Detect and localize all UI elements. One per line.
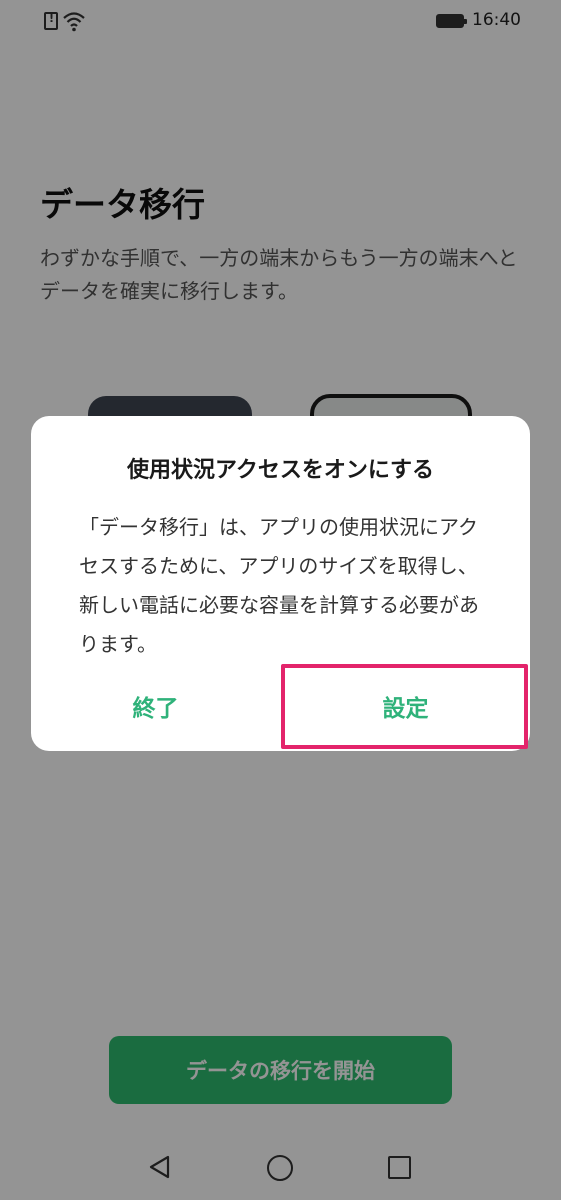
screen: 16:40 データ移行 わずかな手順で、一方の端末からもう一方の端末へとデータを… xyxy=(0,0,561,1200)
dialog-title: 使用状況アクセスをオンにする xyxy=(126,458,435,483)
dialog-message: 「データ移行」は、アプリの使用状況にアクセスするために、アプリのサイズを取得し、… xyxy=(79,515,479,656)
settings-highlight-box xyxy=(281,664,528,749)
quit-button[interactable]: 終了 xyxy=(31,666,280,746)
